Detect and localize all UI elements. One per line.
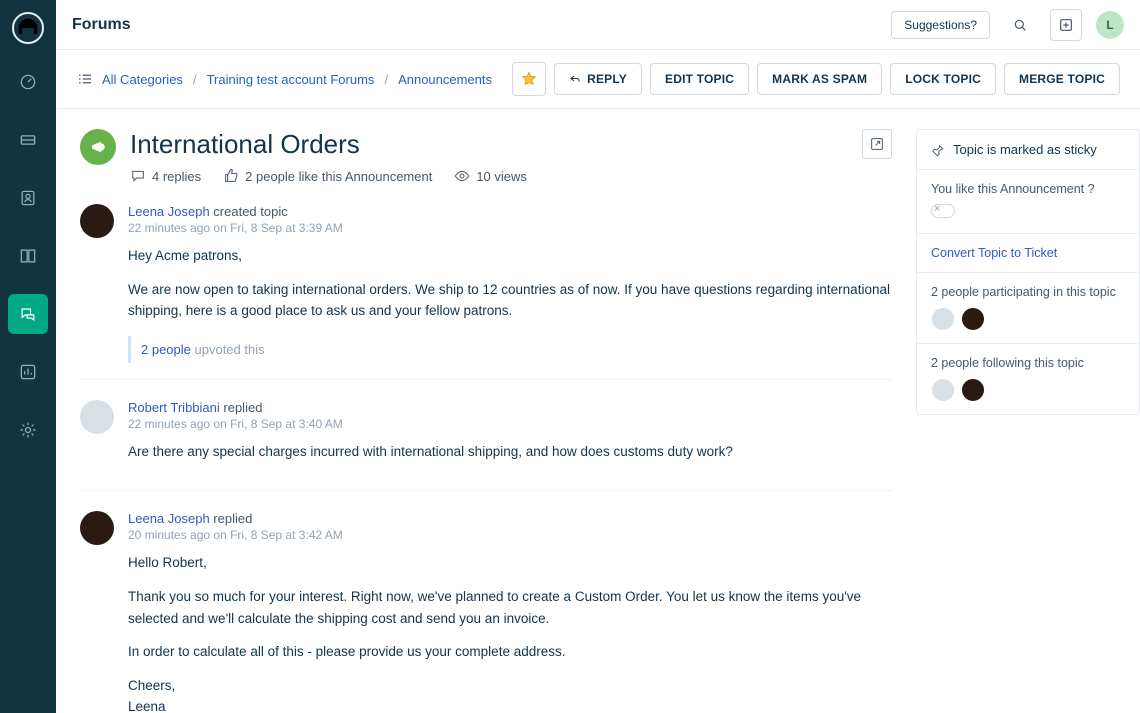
post-paragraph: Cheers,Leena bbox=[128, 675, 892, 713]
nav-forums-icon[interactable] bbox=[8, 294, 48, 334]
post-paragraph: Thank you so much for your interest. Rig… bbox=[128, 586, 892, 629]
user-avatar[interactable]: L bbox=[1096, 11, 1124, 39]
plus-icon bbox=[1058, 17, 1074, 33]
post-paragraph: Hey Acme patrons, bbox=[128, 245, 892, 267]
post-header: Leena Joseph replied bbox=[128, 511, 892, 526]
convert-to-ticket-link[interactable]: Convert Topic to Ticket bbox=[917, 234, 1139, 272]
eye-icon bbox=[454, 168, 470, 184]
pin-icon bbox=[931, 143, 945, 157]
top-bar: Forums Suggestions? L bbox=[56, 0, 1140, 50]
star-button[interactable] bbox=[512, 62, 546, 96]
breadcrumb-link[interactable]: Announcements bbox=[398, 72, 492, 87]
reply-arrow-icon bbox=[569, 73, 581, 85]
follower-avatar[interactable] bbox=[961, 378, 985, 402]
open-in-portal-button[interactable] bbox=[862, 129, 892, 159]
post-body: Hello Robert, Thank you so much for your … bbox=[128, 552, 892, 713]
author-link[interactable]: Leena Joseph bbox=[128, 511, 210, 526]
replies-count: 4 replies bbox=[152, 169, 201, 184]
like-prompt: You like this Announcement ? bbox=[917, 170, 1139, 233]
nav-contacts-icon[interactable] bbox=[8, 178, 48, 218]
nav-dashboard-icon[interactable] bbox=[8, 62, 48, 102]
search-button[interactable] bbox=[1004, 9, 1036, 41]
post-paragraph: Are there any special charges incurred w… bbox=[128, 441, 892, 463]
views-text: 10 views bbox=[476, 169, 527, 184]
post-timestamp: 22 minutes ago on Fri, 8 Sep at 3:40 AM bbox=[128, 417, 892, 431]
post-body: Hey Acme patrons, We are now open to taki… bbox=[128, 245, 892, 322]
avatar[interactable] bbox=[80, 511, 114, 545]
nav-settings-icon[interactable] bbox=[8, 410, 48, 450]
post: Leena Joseph replied 20 minutes ago on Fr… bbox=[80, 490, 892, 713]
comment-icon bbox=[130, 168, 146, 184]
star-icon bbox=[520, 70, 538, 88]
topic-title: International Orders bbox=[130, 129, 848, 160]
content-area: International Orders 4 replies 2 people … bbox=[56, 109, 1140, 713]
post: Robert Tribbiani replied 22 minutes ago o… bbox=[80, 379, 892, 491]
merge-topic-button[interactable]: MERGE TOPIC bbox=[1004, 63, 1120, 95]
topic-meta: 4 replies 2 people like this Announcemen… bbox=[130, 168, 848, 184]
sticky-indicator: Topic is marked as sticky bbox=[917, 130, 1139, 169]
author-link[interactable]: Leena Joseph bbox=[128, 204, 210, 219]
post-timestamp: 22 minutes ago on Fri, 8 Sep at 3:39 AM bbox=[128, 221, 892, 235]
new-button[interactable] bbox=[1050, 9, 1082, 41]
breadcrumb-link[interactable]: All Categories bbox=[102, 72, 183, 87]
nav-solutions-icon[interactable] bbox=[8, 236, 48, 276]
external-link-icon bbox=[869, 136, 885, 152]
topic-sidebar: Topic is marked as sticky You like this … bbox=[916, 109, 1140, 713]
nav-tickets-icon[interactable] bbox=[8, 120, 48, 160]
list-toggle-icon[interactable] bbox=[76, 70, 94, 88]
post-paragraph: We are now open to taking international … bbox=[128, 279, 892, 322]
post-header: Leena Joseph created topic bbox=[128, 204, 892, 219]
thumb-up-icon bbox=[223, 168, 239, 184]
reply-button[interactable]: REPLY bbox=[554, 63, 642, 95]
lock-topic-button[interactable]: LOCK TOPIC bbox=[890, 63, 996, 95]
thread-column: International Orders 4 replies 2 people … bbox=[56, 109, 916, 713]
nav-rail bbox=[0, 0, 56, 713]
upvote-strip[interactable]: 2 people upvoted this bbox=[128, 336, 892, 363]
page-title: Forums bbox=[72, 16, 131, 34]
mark-spam-button[interactable]: MARK AS SPAM bbox=[757, 63, 882, 95]
avatar[interactable] bbox=[80, 400, 114, 434]
search-icon bbox=[1012, 17, 1028, 33]
follower-avatar[interactable] bbox=[931, 378, 955, 402]
action-bar: All Categories/ Training test account Fo… bbox=[56, 50, 1140, 109]
post-body: Are there any special charges incurred w… bbox=[128, 441, 892, 463]
post-header: Robert Tribbiani replied bbox=[128, 400, 892, 415]
participating-info: 2 people participating in this topic bbox=[917, 273, 1139, 343]
following-info: 2 people following this topic bbox=[917, 344, 1139, 414]
breadcrumbs: All Categories/ Training test account Fo… bbox=[102, 72, 492, 87]
post-paragraph: In order to calculate all of this - plea… bbox=[128, 641, 892, 663]
like-toggle[interactable] bbox=[931, 204, 955, 218]
topic-header: International Orders 4 replies 2 people … bbox=[80, 129, 892, 184]
post: Leena Joseph created topic 22 minutes ago… bbox=[80, 184, 892, 379]
participant-avatar[interactable] bbox=[961, 307, 985, 331]
breadcrumb-link[interactable]: Training test account Forums bbox=[207, 72, 375, 87]
participant-avatar[interactable] bbox=[931, 307, 955, 331]
announcement-badge-icon bbox=[80, 129, 116, 165]
main-area: Forums Suggestions? L All Categories/ Tr… bbox=[56, 0, 1140, 713]
suggestions-button[interactable]: Suggestions? bbox=[891, 11, 990, 39]
likes-text: 2 people like this Announcement bbox=[245, 169, 432, 184]
post-timestamp: 20 minutes ago on Fri, 8 Sep at 3:42 AM bbox=[128, 528, 892, 542]
nav-reports-icon[interactable] bbox=[8, 352, 48, 392]
edit-topic-button[interactable]: EDIT TOPIC bbox=[650, 63, 749, 95]
post-paragraph: Hello Robert, bbox=[128, 552, 892, 574]
author-link[interactable]: Robert Tribbiani bbox=[128, 400, 220, 415]
avatar[interactable] bbox=[80, 204, 114, 238]
app-logo[interactable] bbox=[12, 12, 44, 44]
